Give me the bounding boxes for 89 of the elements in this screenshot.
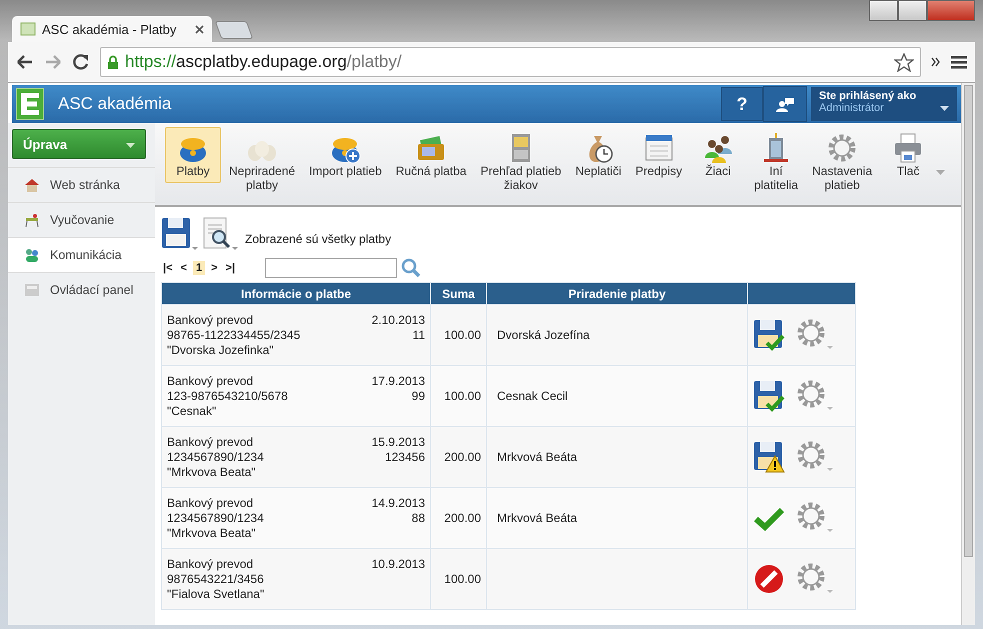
previous-page-link[interactable]: < <box>178 262 189 274</box>
assigned-student-text: Mrkvová Beáta <box>497 511 578 525</box>
amount-text: 100.00 <box>444 389 481 403</box>
panel-icon <box>24 282 40 298</box>
person-chat-icon <box>775 96 795 112</box>
reference-text: 123456 <box>384 450 425 464</box>
payment-note-text: "Mrkvova Beata" <box>167 464 257 480</box>
payment-note-text: "Dvorska Jozefinka" <box>167 342 275 358</box>
toolbar-button[interactable]: Platby <box>165 127 221 183</box>
amount-text: 200.00 <box>444 511 481 525</box>
sidebar-item[interactable]: Ovládací panel <box>8 272 155 307</box>
maximize-button[interactable] <box>898 0 927 21</box>
toolbar-button[interactable]: Žiaci <box>690 127 746 183</box>
floppy-check-icon[interactable] <box>753 319 785 351</box>
reference-text: 88 <box>412 510 425 524</box>
payment-date-text: 14.9.2013 <box>372 496 425 510</box>
account-number-text: 9876543221/3456 <box>167 572 265 586</box>
minimize-button[interactable] <box>869 0 898 21</box>
payment-date-text: 15.9.2013 <box>372 434 425 450</box>
assigned-student-text: Dvorská Jozefína <box>497 328 590 342</box>
first-page-link[interactable]: |< <box>161 262 175 274</box>
payment-method-text: Bankový prevod <box>167 496 254 510</box>
account-number-text: 1234567890/1234 <box>167 510 265 526</box>
sidebar-item[interactable]: Komunikácia <box>8 237 155 272</box>
new-tab-button[interactable] <box>214 21 254 39</box>
payment-note-text: "Cesnak" <box>167 404 218 418</box>
account-number-text: 98765-1122334455/2345 <box>167 328 302 342</box>
toolbar-button[interactable]: Nepriradené platby <box>223 127 302 197</box>
messages-button[interactable] <box>763 86 807 122</box>
search-field[interactable] <box>265 258 398 278</box>
payment-note-text: "Fialova Svetlana" <box>167 586 266 602</box>
toolbar-button[interactable]: Ručná platba <box>390 127 472 183</box>
lock-icon <box>107 54 119 70</box>
payment-method-text: Bankový prevod <box>167 434 254 450</box>
assigned-student-text: Cesnak Cecil <box>497 389 568 403</box>
back-icon[interactable] <box>16 54 34 70</box>
address-bar[interactable]: https://ascplatby.edupage.org/platby/ <box>100 47 921 77</box>
toolbar-button[interactable]: Nastavenia platieb <box>806 127 878 197</box>
column-header: Priradenie platby <box>568 286 666 300</box>
filter-status-text: Zobrazené sú všetky platby <box>245 232 392 246</box>
chevron-icon[interactable] <box>931 57 941 67</box>
next-page-link[interactable]: > <box>209 262 220 274</box>
payment-date-text: 2.10.2013 <box>372 312 425 328</box>
toolbar-button[interactable]: Neplatiči <box>569 127 628 183</box>
column-header: Suma <box>442 286 475 300</box>
account-number-text: 1234567890/1234 <box>167 450 265 464</box>
no-entry-icon[interactable] <box>753 563 785 595</box>
favicon-icon <box>20 21 36 37</box>
floppy-warning-icon[interactable] <box>753 441 785 473</box>
account-number-text: 123-9876543210/5678 <box>167 388 289 404</box>
reference-text: 99 <box>412 388 425 402</box>
reload-icon[interactable] <box>72 53 90 71</box>
reference-text: 11 <box>412 328 425 342</box>
gear-icon <box>826 132 858 164</box>
amount-text: 200.00 <box>444 450 481 464</box>
scrollbar[interactable] <box>961 83 975 625</box>
amount-text: 100.00 <box>444 328 481 342</box>
payment-date-text: 17.9.2013 <box>372 374 425 388</box>
logo-icon <box>16 88 44 120</box>
assigned-student-text: Mrkvová Beáta <box>497 450 578 464</box>
toolbar-button[interactable]: Tlač <box>880 127 950 183</box>
payment-date-text: 10.9.2013 <box>372 556 425 572</box>
payment-method-text: Bankový prevod <box>167 312 254 328</box>
toolbar-button[interactable]: Prehľad platieb žiakov <box>474 127 568 197</box>
desk-icon <box>24 212 40 228</box>
edit-menu-button[interactable]: Úprava <box>12 129 146 159</box>
payment-method-text: Bankový prevod <box>167 556 254 572</box>
close-icon[interactable] <box>195 24 204 34</box>
last-page-link[interactable]: >| <box>224 262 238 274</box>
help-button[interactable]: ? <box>721 87 763 121</box>
search-icon[interactable] <box>401 258 422 278</box>
amount-text: 100.00 <box>444 572 481 586</box>
caret-icon <box>940 106 949 111</box>
toolbar-button[interactable]: Import platieb <box>303 127 388 183</box>
floppy-check-icon[interactable] <box>753 380 785 412</box>
star-icon[interactable] <box>894 52 914 72</box>
column-header: Informácie o platbe <box>240 286 352 300</box>
house-icon <box>24 177 40 193</box>
payment-method-text: Bankový prevod <box>167 374 254 388</box>
menu-icon[interactable] <box>951 55 967 69</box>
toolbar-button[interactable]: Predpisy <box>629 127 688 183</box>
people-icon <box>24 247 40 263</box>
toolbar-button[interactable]: Iní platitelia <box>748 127 804 197</box>
page-link[interactable]: 1 <box>192 261 206 275</box>
payment-note-text: "Mrkvova Beata" <box>167 526 257 540</box>
caret-icon <box>126 143 135 148</box>
app-title: ASC akadémia <box>58 94 172 114</box>
user-dropdown[interactable]: Ste prihlásený ako Administrátor <box>811 87 957 121</box>
browser-tab[interactable]: ASC akadémia - Platby <box>12 16 212 42</box>
